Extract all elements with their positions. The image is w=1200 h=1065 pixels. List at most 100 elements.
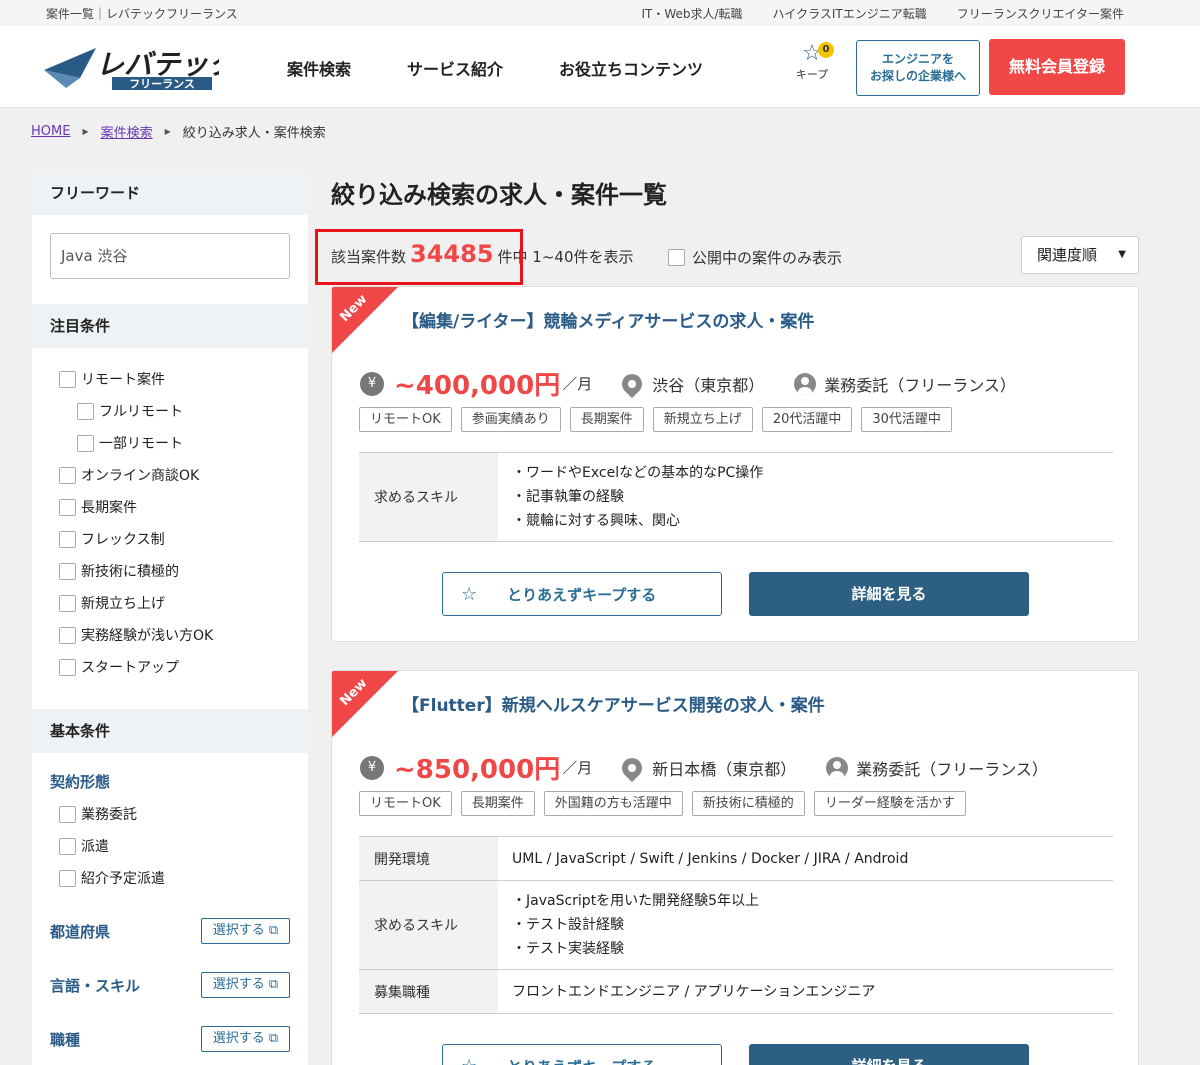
skill-item: ・ワードやExcelなどの基本的なPC操作 bbox=[512, 465, 764, 481]
freeword-input[interactable]: Java 渋谷 bbox=[50, 233, 290, 279]
filter-label: 新規立ち上げ bbox=[81, 596, 165, 612]
checkbox[interactable] bbox=[59, 658, 76, 676]
checkbox[interactable] bbox=[59, 869, 76, 887]
sort-value: 関連度順 bbox=[1037, 246, 1098, 264]
filter-contract-outsourcing[interactable]: 業務委託 bbox=[59, 798, 308, 830]
checkbox[interactable] bbox=[59, 837, 76, 855]
keep-job-button[interactable]: ☆ とりあえずキープする bbox=[442, 1044, 722, 1065]
external-link-icon: ⧉ bbox=[268, 1031, 279, 1046]
keep-job-button[interactable]: ☆ とりあえずキープする bbox=[442, 572, 722, 616]
filter-new-tech[interactable]: 新技術に積極的 bbox=[59, 555, 308, 587]
checkbox[interactable] bbox=[59, 626, 76, 644]
keep-job-label: とりあえずキープする bbox=[507, 585, 657, 604]
filter-new-launch[interactable]: 新規立ち上げ bbox=[59, 587, 308, 619]
view-detail-button[interactable]: 詳細を見る bbox=[749, 1044, 1029, 1065]
filter-remote[interactable]: リモート案件 bbox=[59, 363, 308, 395]
checkbox[interactable] bbox=[59, 466, 76, 484]
prefecture-select-button[interactable]: 選択する ⧉ bbox=[201, 918, 290, 944]
star-icon: ☆ bbox=[461, 1056, 477, 1065]
filter-sidebar: フリーワード Java 渋谷 注目条件 リモート案件 フルリモート 一部リモート… bbox=[32, 171, 308, 1065]
top-link-creator[interactable]: フリーランスクリエイター案件 bbox=[957, 5, 1124, 22]
nav-contents[interactable]: お役立ちコンテンツ bbox=[559, 56, 703, 80]
top-bar: 案件一覧｜レバテックフリーランス IT・Web求人/転職 ハイクラスITエンジニ… bbox=[0, 0, 1200, 26]
job-type-row: 職種 選択する ⧉ bbox=[32, 1012, 308, 1065]
job-location: 渋谷（東京都） bbox=[652, 375, 765, 395]
filter-label: オンライン商談OK bbox=[81, 468, 200, 484]
register-button[interactable]: 無料会員登録 bbox=[989, 39, 1125, 95]
public-only-filter[interactable]: 公開中の案件のみ表示 bbox=[668, 247, 842, 268]
filter-contract-dispatch[interactable]: 派遣 bbox=[59, 830, 308, 862]
filter-label: 長期案件 bbox=[81, 500, 137, 516]
skill-item: ・テスト設計経験 bbox=[512, 917, 624, 933]
checkbox[interactable] bbox=[59, 530, 76, 548]
external-link-icon: ⧉ bbox=[268, 977, 279, 992]
job-tags: リモートOK 長期案件 外国籍の方も活躍中 新技術に積極的 リーダー経験を活かす bbox=[359, 791, 966, 816]
contract-list: 業務委託 派遣 紹介予定派遣 bbox=[32, 792, 308, 894]
job-card: New 【Flutter】新規ヘルスケアサービス開発の求人・案件 ¥ ~850,… bbox=[331, 670, 1139, 1065]
filter-flex[interactable]: フレックス制 bbox=[59, 523, 308, 555]
contract-heading: 契約形態 bbox=[50, 773, 111, 791]
role-row: 募集職種 フロントエンドエンジニア / アプリケーションエンジニア bbox=[359, 970, 1113, 1014]
checkbox[interactable] bbox=[59, 370, 76, 388]
select-label: 選択する bbox=[212, 977, 265, 992]
main-nav: 案件検索 サービス紹介 お役立ちコンテンツ bbox=[287, 56, 703, 80]
select-label: 選択する bbox=[212, 1031, 265, 1046]
freeword-heading: フリーワード bbox=[32, 171, 308, 215]
filter-label: フレックス制 bbox=[81, 532, 165, 548]
skill-item: ・競輪に対する興味、関心 bbox=[512, 513, 680, 529]
job-tag: リモートOK bbox=[359, 791, 452, 816]
env-label: 開発環境 bbox=[359, 837, 498, 880]
breadcrumb-home[interactable]: HOME bbox=[31, 124, 70, 139]
site-breadcrumb-text: 案件一覧｜レバテックフリーランス bbox=[46, 7, 238, 21]
filter-startup[interactable]: スタートアップ bbox=[59, 651, 308, 683]
top-link-itweb[interactable]: IT・Web求人/転職 bbox=[641, 5, 742, 22]
keep-button[interactable]: ☆ キープ 0 bbox=[792, 42, 834, 88]
filter-label: 一部リモート bbox=[99, 436, 183, 452]
checkbox[interactable] bbox=[59, 562, 76, 580]
nav-service[interactable]: サービス紹介 bbox=[407, 56, 503, 80]
basic-heading: 基本条件 bbox=[32, 709, 308, 753]
job-detail-table: 開発環境 UML / JavaScript / Swift / Jenkins … bbox=[359, 836, 1113, 1014]
public-only-label: 公開中の案件のみ表示 bbox=[692, 249, 843, 267]
job-title[interactable]: 【編集/ライター】競輪メディアサービスの求人・案件 bbox=[402, 307, 814, 332]
highlight-box bbox=[315, 229, 523, 285]
job-type-select-button[interactable]: 選択する ⧉ bbox=[201, 1026, 290, 1052]
job-tag: 長期案件 bbox=[569, 407, 644, 432]
job-title[interactable]: 【Flutter】新規ヘルスケアサービス開発の求人・案件 bbox=[402, 691, 825, 716]
checkbox[interactable] bbox=[59, 594, 76, 612]
filter-contract-temp-to-perm[interactable]: 紹介予定派遣 bbox=[59, 862, 308, 894]
checkbox[interactable] bbox=[77, 434, 94, 452]
filter-online-meeting[interactable]: オンライン商談OK bbox=[59, 459, 308, 491]
checkbox[interactable] bbox=[77, 402, 94, 420]
view-detail-button[interactable]: 詳細を見る bbox=[749, 572, 1029, 616]
job-tag: 参画実績あり bbox=[460, 407, 561, 432]
breadcrumb-current: 絞り込み求人・案件検索 bbox=[182, 126, 326, 141]
skill-item: ・JavaScriptを用いた開発経験5年以上 bbox=[512, 893, 760, 909]
job-price-unit: ／月 bbox=[562, 759, 593, 777]
job-tag: 長期案件 bbox=[460, 791, 535, 816]
sort-select[interactable]: 関連度順 ▼ bbox=[1021, 236, 1139, 274]
skills-label: 求めるスキル bbox=[359, 453, 498, 541]
nav-job-search[interactable]: 案件検索 bbox=[287, 56, 351, 80]
checkbox[interactable] bbox=[668, 249, 685, 266]
keep-count-badge: 0 bbox=[818, 42, 834, 58]
breadcrumb-search[interactable]: 案件検索 bbox=[101, 122, 153, 141]
select-label: 選択する bbox=[212, 923, 265, 938]
filter-full-remote[interactable]: フルリモート bbox=[59, 395, 308, 427]
top-link-highclass[interactable]: ハイクラスITエンジニア転職 bbox=[773, 5, 927, 22]
filter-partial-remote[interactable]: 一部リモート bbox=[59, 427, 308, 459]
filter-label: 実務経験が浅い方OK bbox=[81, 628, 214, 644]
job-price: ~850,000円 bbox=[394, 755, 561, 785]
filter-long-term[interactable]: 長期案件 bbox=[59, 491, 308, 523]
filter-junior-ok[interactable]: 実務経験が浅い方OK bbox=[59, 619, 308, 651]
filter-label: スタートアップ bbox=[81, 660, 179, 676]
site-logo[interactable]: レバテック フリーランス bbox=[44, 44, 238, 91]
person-icon bbox=[794, 372, 817, 395]
checkbox[interactable] bbox=[59, 805, 76, 823]
corporate-button[interactable]: エンジニアを お探しの企業様へ bbox=[856, 40, 980, 96]
language-select-button[interactable]: 選択する ⧉ bbox=[201, 972, 290, 998]
page-title: 絞り込み検索の求人・案件一覧 bbox=[331, 181, 667, 209]
breadcrumb: HOME ▶ 案件検索 ▶ 絞り込み求人・案件検索 bbox=[31, 122, 326, 141]
skill-item: ・記事執筆の経験 bbox=[512, 489, 624, 505]
checkbox[interactable] bbox=[59, 498, 76, 516]
